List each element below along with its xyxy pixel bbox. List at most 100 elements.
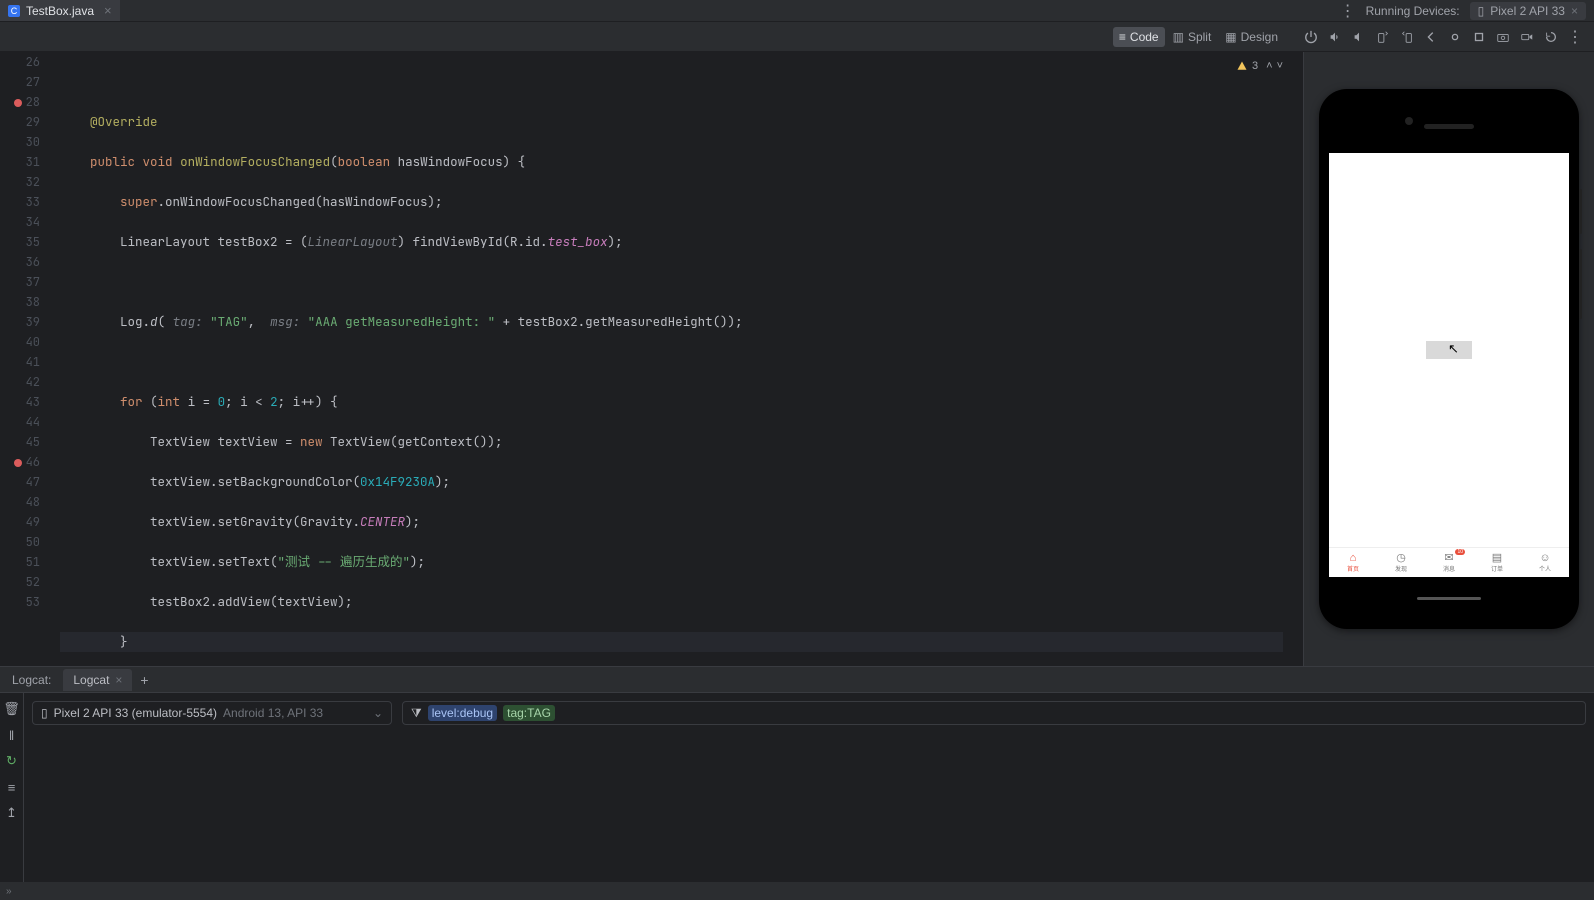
split-icon: ▥ <box>1173 30 1184 44</box>
line-number[interactable]: 29 <box>0 112 40 132</box>
breakpoint-icon[interactable] <box>14 99 22 107</box>
line-number[interactable]: 38 <box>0 292 40 312</box>
nav-icon: ◷ <box>1396 553 1406 564</box>
line-number[interactable]: 35 <box>0 232 40 252</box>
pause-icon[interactable]: ‖ <box>4 727 20 743</box>
phone-nav-item[interactable]: ✉消息10 <box>1425 548 1473 577</box>
line-number[interactable]: 26 <box>0 52 40 72</box>
logcat-tab[interactable]: Logcat × <box>63 669 132 691</box>
close-icon[interactable]: × <box>1571 4 1578 18</box>
view-mode-code[interactable]: ≡ Code <box>1113 27 1165 47</box>
rotate-left-icon[interactable] <box>1372 26 1394 48</box>
filter-chip-level[interactable]: level:debug <box>428 705 497 721</box>
volume-down-icon[interactable] <box>1348 26 1370 48</box>
inspection-warning-badge[interactable]: 3 ˄ ˅ <box>1236 60 1283 72</box>
record-icon[interactable] <box>1516 26 1538 48</box>
phone-home-indicator[interactable] <box>1417 597 1481 600</box>
filter-icon: ⧩ <box>411 706 422 721</box>
phone-speaker-icon <box>1424 124 1474 129</box>
running-device-chip[interactable]: ▯ Pixel 2 API 33 × <box>1470 2 1586 20</box>
soft-wrap-icon[interactable]: ↥ <box>4 805 20 821</box>
back-icon[interactable] <box>1420 26 1442 48</box>
code-icon: ≡ <box>1119 30 1126 44</box>
add-tab-button[interactable]: + <box>132 672 156 688</box>
code-content[interactable]: @Override public void onWindowFocusChang… <box>60 52 1283 666</box>
line-number[interactable]: 28 <box>0 92 40 112</box>
line-number[interactable]: 27 <box>0 72 40 92</box>
view-mode-design[interactable]: ▦ Design <box>1219 27 1284 47</box>
filter-chip-tag[interactable]: tag:TAG <box>503 705 555 721</box>
phone-power-button[interactable] <box>1579 189 1582 234</box>
logcat-filter-input[interactable]: ⧩ level:debug tag:TAG <box>402 701 1586 725</box>
line-number[interactable]: 39 <box>0 312 40 332</box>
chevron-up-icon[interactable]: ˄ <box>1266 60 1272 72</box>
logcat-tab-bar: Logcat: Logcat × + <box>0 666 1594 692</box>
line-number[interactable]: 44 <box>0 412 40 432</box>
volume-up-icon[interactable] <box>1324 26 1346 48</box>
editor-tab-bar: C TestBox.java × ⋮ Running Devices: ▯ Pi… <box>0 0 1594 22</box>
code-editor[interactable]: 2627282930313233343536373839404142434445… <box>0 52 1304 666</box>
line-number[interactable]: 53 <box>0 592 40 612</box>
logcat-device-selector[interactable]: ▯ Pixel 2 API 33 (emulator-5554) Android… <box>32 701 392 725</box>
phone-screen[interactable]: ↖ ⌂首页◷发现✉消息10▤订单☺个人 <box>1329 153 1569 577</box>
phone-nav-item[interactable]: ☺个人 <box>1521 548 1569 577</box>
line-number[interactable]: 33 <box>0 192 40 212</box>
nav-icon: ▤ <box>1492 553 1502 564</box>
scroll-end-icon[interactable]: ≡ <box>4 779 20 795</box>
nav-icon: ⌂ <box>1350 553 1357 564</box>
phone-nav-item[interactable]: ◷发现 <box>1377 548 1425 577</box>
line-number[interactable]: 42 <box>0 372 40 392</box>
nav-label: 个人 <box>1539 564 1551 573</box>
java-class-icon: C <box>8 5 20 17</box>
line-number[interactable]: 30 <box>0 132 40 152</box>
rotate-right-icon[interactable] <box>1396 26 1418 48</box>
nav-icon: ☺ <box>1539 553 1550 564</box>
home-icon[interactable] <box>1444 26 1466 48</box>
line-number[interactable]: 51 <box>0 552 40 572</box>
more-icon[interactable]: ⋮ <box>1340 1 1356 21</box>
phone-nav-item[interactable]: ⌂首页 <box>1329 548 1377 577</box>
line-number[interactable]: 43 <box>0 392 40 412</box>
running-devices-label: Running Devices: <box>1366 4 1460 18</box>
close-icon[interactable]: × <box>115 673 122 687</box>
more-icon[interactable]: ⋮ <box>1564 26 1586 48</box>
clear-icon[interactable]: 🗑 <box>4 701 20 717</box>
line-number[interactable]: 34 <box>0 212 40 232</box>
power-icon[interactable] <box>1300 26 1322 48</box>
close-icon[interactable]: × <box>104 3 112 18</box>
line-number[interactable]: 32 <box>0 172 40 192</box>
logcat-title: Logcat: <box>0 673 63 687</box>
design-icon: ▦ <box>1225 30 1236 44</box>
line-number[interactable]: 46 <box>0 452 40 472</box>
phone-volume-button[interactable] <box>1579 249 1582 319</box>
device-icon: ▯ <box>41 706 48 720</box>
line-number[interactable]: 36 <box>0 252 40 272</box>
snapshot-icon[interactable] <box>1540 26 1562 48</box>
restart-icon[interactable]: ↻ <box>4 753 20 769</box>
line-number[interactable]: 47 <box>0 472 40 492</box>
line-number[interactable]: 52 <box>0 572 40 592</box>
breakpoint-icon[interactable] <box>14 459 22 467</box>
logcat-panel: 🗑 ‖ ↻ ≡ ↥ ▯ Pixel 2 API 33 (emulator-555… <box>0 692 1594 882</box>
phone-navbar: ⌂首页◷发现✉消息10▤订单☺个人 <box>1329 547 1569 577</box>
screenshot-icon[interactable] <box>1492 26 1514 48</box>
phone-nav-item[interactable]: ▤订单 <box>1473 548 1521 577</box>
phone-test-box[interactable]: ↖ <box>1426 341 1472 359</box>
nav-label: 消息 <box>1443 564 1455 573</box>
view-mode-split[interactable]: ▥ Split <box>1167 27 1218 47</box>
line-number[interactable]: 50 <box>0 532 40 552</box>
line-number[interactable]: 49 <box>0 512 40 532</box>
line-number[interactable]: 40 <box>0 332 40 352</box>
line-number[interactable]: 45 <box>0 432 40 452</box>
line-number[interactable]: 37 <box>0 272 40 292</box>
overview-icon[interactable] <box>1468 26 1490 48</box>
phone-icon: ▯ <box>1478 4 1485 18</box>
line-number[interactable]: 41 <box>0 352 40 372</box>
chevron-down-icon[interactable]: ˅ <box>1277 60 1283 72</box>
phone-frame: ↖ ⌂首页◷发现✉消息10▤订单☺个人 <box>1319 89 1579 629</box>
line-number[interactable]: 31 <box>0 152 40 172</box>
line-number[interactable]: 48 <box>0 492 40 512</box>
nav-icon: ✉ <box>1444 553 1453 564</box>
file-tab[interactable]: C TestBox.java × <box>0 0 120 21</box>
expand-icon[interactable]: » <box>6 886 12 897</box>
